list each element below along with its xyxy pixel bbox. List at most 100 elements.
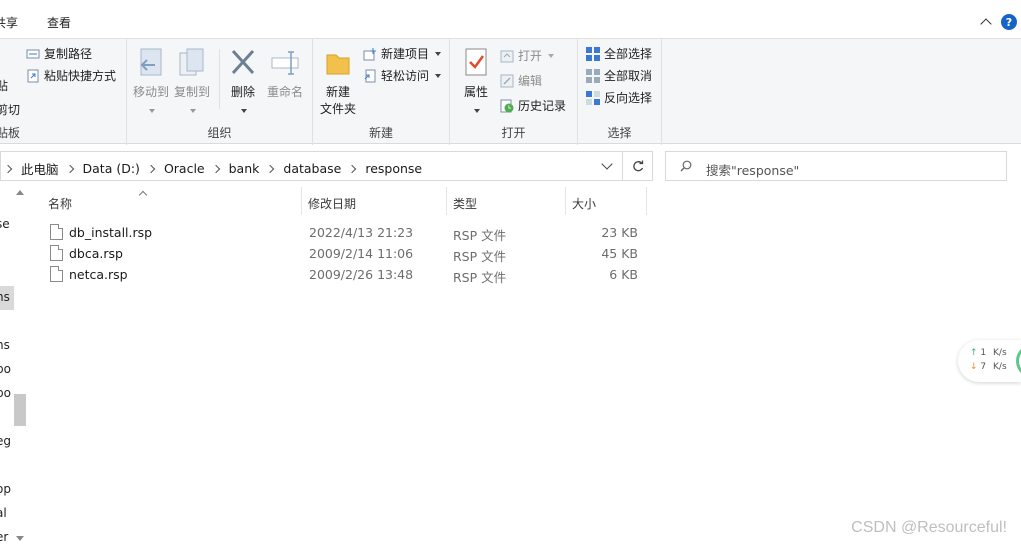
file-icon (50, 266, 63, 282)
rename-button[interactable]: 重命名 (265, 47, 305, 101)
group-label-open: 打开 (501, 126, 526, 140)
properties-button[interactable]: 属性 (460, 47, 492, 118)
rename-icon (271, 51, 299, 75)
copy-path-button[interactable]: 复制路径 (26, 45, 92, 62)
search-input[interactable]: 搜索"response" (706, 160, 799, 179)
file-date: 2022/4/13 21:23 (309, 225, 414, 240)
nav-item[interactable]: eg (0, 434, 11, 448)
new-item-button[interactable]: 新建项目 (363, 45, 442, 62)
network-speed-widget[interactable]: ↑ 1 K/s ↓ 7 K/s (958, 340, 1021, 382)
nav-scrollbar-thumb[interactable] (14, 394, 26, 426)
search-icon (680, 160, 692, 172)
nav-item[interactable]: ns (0, 338, 10, 352)
file-date: 2009/2/14 11:06 (309, 246, 414, 261)
address-bar[interactable]: 此电脑 Data (D:) Oracle bank database respo… (0, 151, 653, 181)
file-size: 6 KB (609, 267, 638, 282)
crumb-bank[interactable]: bank (229, 161, 260, 176)
paste-shortcut-label: 粘贴快捷方式 (44, 69, 117, 83)
nav-item[interactable]: er (0, 530, 8, 544)
nav-item[interactable]: al (0, 506, 7, 520)
navigation-pane: se ns ns po po eg op al er (0, 182, 28, 545)
arrow-up-icon: ↑ (970, 348, 978, 358)
easy-access-button[interactable]: 轻松访问 (363, 67, 442, 84)
invert-selection-button[interactable]: 反向选择 (586, 89, 652, 106)
paste-button[interactable]: 贴 (0, 77, 8, 94)
tab-view[interactable]: 查看 (47, 14, 71, 31)
group-label-organize: 组织 (207, 126, 232, 140)
collapse-ribbon-icon[interactable] (979, 15, 993, 29)
new-folder-label-2: 文件夹 (319, 102, 356, 116)
chevron-right-icon[interactable] (348, 164, 357, 173)
chevron-right-icon[interactable] (146, 164, 156, 173)
cut-button[interactable]: 剪切 (0, 101, 20, 118)
search-box[interactable]: 搜索"response" (665, 151, 1007, 181)
file-icon (50, 245, 63, 261)
upload-unit: K/s (993, 348, 1007, 358)
delete-button[interactable]: 删除 (227, 47, 259, 118)
nav-item[interactable]: po (0, 386, 11, 400)
scroll-down-icon[interactable] (16, 536, 24, 541)
column-header-name[interactable]: 名称 (42, 187, 302, 215)
group-label-select: 选择 (607, 126, 632, 140)
history-button[interactable]: 历史记录 (500, 97, 566, 114)
new-folder-button[interactable]: 新建 文件夹 (319, 47, 357, 118)
watermark: CSDN @Resourceful! (851, 519, 1007, 536)
file-type: RSP 文件 (453, 249, 507, 264)
easy-access-label: 轻松访问 (381, 69, 430, 83)
breadcrumb: 此电脑 Data (D:) Oracle bank database respo… (3, 159, 422, 178)
nav-item[interactable]: op (0, 482, 11, 496)
properties-label: 属性 (463, 85, 488, 99)
tab-share[interactable]: 共享 (0, 14, 18, 31)
upload-speed: ↑ 1 K/s (970, 348, 1007, 358)
file-icon (50, 224, 63, 240)
crumb-data-drive[interactable]: Data (D:) (83, 161, 140, 176)
new-folder-icon (326, 54, 350, 75)
crumb-response[interactable]: response (365, 161, 422, 176)
file-name: netca.rsp (69, 267, 128, 282)
crumb-this-pc[interactable]: 此电脑 (21, 159, 59, 178)
group-new: 新建 文件夹 新建项目 轻松访问 新建 (313, 39, 450, 145)
column-header-date[interactable]: 修改日期 (302, 187, 447, 215)
refresh-button[interactable] (622, 152, 653, 180)
invert-selection-label: 反向选择 (604, 91, 653, 105)
file-row[interactable]: db_install.rsp 2022/4/13 21:23 RSP 文件 23… (44, 222, 644, 243)
delete-label: 删除 (230, 85, 255, 99)
chevron-right-icon[interactable] (3, 164, 13, 173)
invert-selection-icon (586, 90, 600, 105)
open-label: 打开 (518, 49, 543, 63)
file-row[interactable]: netca.rsp 2009/2/26 13:48 RSP 文件 6 KB (44, 264, 644, 285)
select-none-icon (586, 68, 600, 83)
upload-value: 1 (980, 348, 987, 358)
column-header-type[interactable]: 类型 (447, 187, 566, 215)
paste-shortcut-button[interactable]: 粘贴快捷方式 (26, 67, 116, 84)
cut-label: 剪切 (0, 103, 21, 117)
file-type: RSP 文件 (453, 270, 507, 285)
chevron-right-icon[interactable] (266, 164, 275, 173)
edit-button[interactable]: 编辑 (500, 72, 542, 89)
nav-item[interactable]: ns (0, 290, 10, 304)
group-select: 全部选择 全部取消 反向选择 选择 (578, 39, 662, 145)
ribbon-controls: ? (979, 14, 1017, 30)
chevron-right-icon[interactable] (211, 164, 220, 173)
file-row[interactable]: dbca.rsp 2009/2/14 11:06 RSP 文件 45 KB (44, 243, 644, 264)
copy-to-label: 复制到 (174, 85, 211, 99)
open-button[interactable]: 打开 (500, 47, 555, 64)
scroll-up-icon[interactable] (16, 190, 24, 195)
speed-ring-icon (1016, 344, 1021, 378)
help-icon[interactable]: ? (1001, 14, 1017, 30)
nav-item[interactable]: se (0, 217, 10, 231)
easy-access-icon (363, 69, 377, 83)
nav-item[interactable]: po (0, 362, 11, 376)
select-all-icon (586, 46, 600, 61)
edit-icon (500, 74, 514, 88)
select-none-button[interactable]: 全部取消 (586, 67, 652, 84)
select-all-button[interactable]: 全部选择 (586, 45, 652, 62)
move-to-button[interactable]: 移动到 (133, 47, 169, 118)
chevron-right-icon[interactable] (65, 164, 74, 173)
column-header-size[interactable]: 大小 (566, 187, 647, 215)
crumb-oracle[interactable]: Oracle (164, 161, 205, 176)
download-unit: K/s (993, 362, 1007, 372)
crumb-database[interactable]: database (283, 161, 341, 176)
copy-to-button[interactable]: 复制到 (174, 47, 210, 118)
address-history-dropdown-icon[interactable] (601, 160, 613, 172)
